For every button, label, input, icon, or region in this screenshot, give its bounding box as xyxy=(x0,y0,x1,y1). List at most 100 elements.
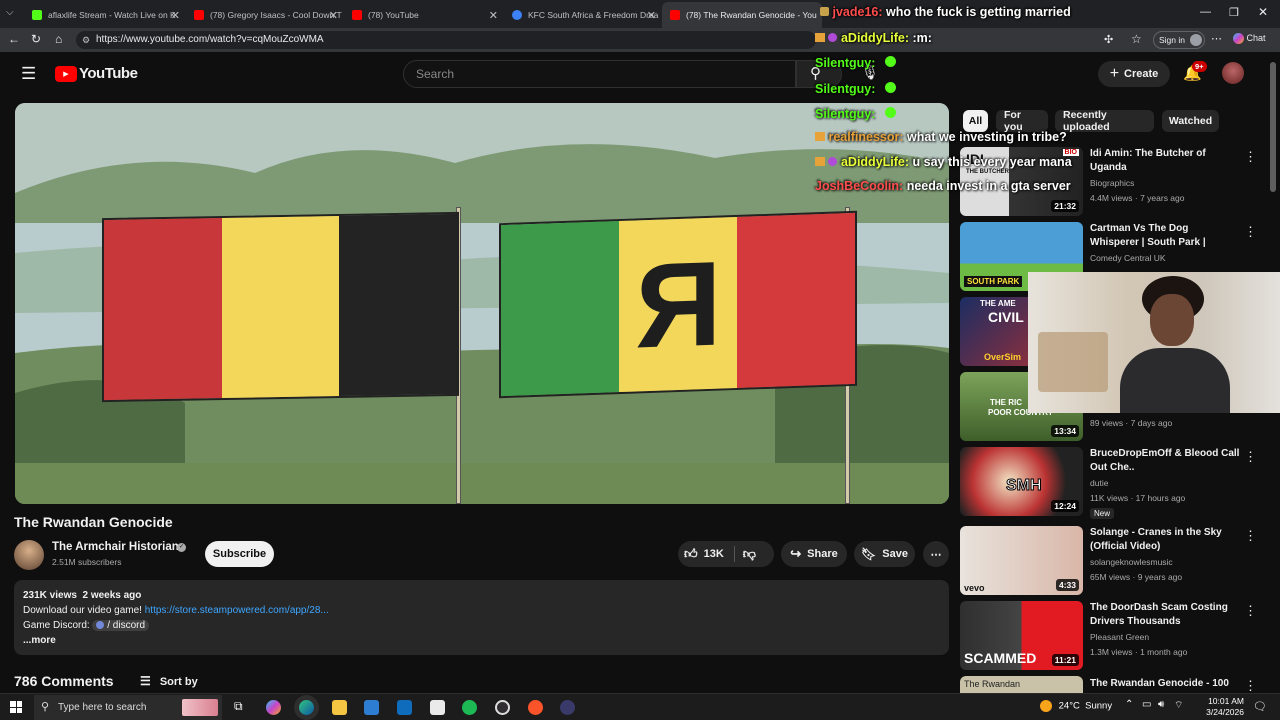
more-menu-icon[interactable]: ⋯ xyxy=(1211,32,1222,45)
video-meta: 11K views · 17 hours ago xyxy=(1090,493,1186,503)
save-button[interactable]: 🔖︎ Save xyxy=(854,541,915,567)
close-tab-icon[interactable]: ✕ xyxy=(647,9,656,22)
like-dislike-group: 👍︎ 13K 👎︎ xyxy=(678,541,774,567)
account-avatar[interactable] xyxy=(1222,62,1244,84)
sort-icon: ☰ xyxy=(140,674,151,688)
more-vertical-icon[interactable]: ⋮ xyxy=(1244,678,1257,693)
subscribe-button[interactable]: Subscribe xyxy=(205,541,274,567)
divider xyxy=(733,546,735,562)
minimize-icon[interactable]: — xyxy=(1200,6,1211,18)
close-tab-icon[interactable]: ✕ xyxy=(489,9,498,22)
taskbar-search-box[interactable]: ⚲ Type here to search xyxy=(34,695,222,720)
video-title: Idi Amin: The Butcher of Uganda xyxy=(1090,148,1206,173)
recommendation-item[interactable]: SMH 12:24 BruceDropEmOff & Bleood Call O… xyxy=(960,447,1260,519)
microsoft-store-icon[interactable] xyxy=(364,700,379,715)
edge-browser-icon[interactable] xyxy=(299,700,314,715)
more-vertical-icon[interactable]: ⋮ xyxy=(1244,149,1257,165)
page-scrollbar[interactable] xyxy=(1270,62,1276,192)
chip-watched[interactable]: Watched xyxy=(1162,110,1219,132)
recommendation-item[interactable]: SCAMMED 11:21 The DoorDash Scam Costing … xyxy=(960,601,1260,671)
browser-tab-kick[interactable]: aflaxlife Stream - Watch Live on K ✕ xyxy=(24,2,186,28)
more-actions-button[interactable]: ⋯ xyxy=(923,541,949,567)
task-view-icon[interactable]: ⧉ xyxy=(234,699,243,714)
favorites-icon[interactable]: ☆ xyxy=(1131,32,1142,46)
description-text: Game Discord: xyxy=(23,620,93,631)
spotify-icon[interactable] xyxy=(462,700,477,715)
notification-center-icon[interactable]: 🗨︎ xyxy=(1253,700,1267,713)
copilot-taskbar-icon[interactable] xyxy=(266,700,281,715)
close-tab-icon[interactable]: ✕ xyxy=(171,9,180,22)
chat-message: Silentguy: xyxy=(815,56,896,70)
video-thumbnail[interactable]: vevo 4:33 xyxy=(960,526,1083,595)
close-tab-icon[interactable]: ✕ xyxy=(329,9,338,22)
chat-text: needa invest in a gta server xyxy=(906,179,1071,193)
more-vertical-icon[interactable]: ⋮ xyxy=(1244,224,1257,240)
video-duration: 13:34 xyxy=(1051,425,1079,437)
steam-link[interactable]: https://store.steampowered.com/app/28... xyxy=(145,605,329,616)
browser-tab-gregory[interactable]: (78) Gregory Isaacs - Cool Down T ✕ xyxy=(186,2,344,28)
copilot-chat-button[interactable]: Chat xyxy=(1233,33,1266,45)
restore-icon[interactable]: ❐ xyxy=(1229,6,1239,19)
search-input[interactable]: Search xyxy=(403,60,796,88)
description-box[interactable]: 231K views 2 weeks ago Download our vide… xyxy=(14,580,949,655)
share-button[interactable]: ↪ Share xyxy=(781,541,847,567)
video-thumbnail[interactable]: The Rwandan xyxy=(960,676,1083,693)
channel-avatar[interactable] xyxy=(14,540,44,570)
create-button[interactable]: + Create xyxy=(1098,61,1170,87)
show-more-link[interactable]: ...more xyxy=(23,633,940,648)
signin-button[interactable]: Sign in xyxy=(1153,31,1205,49)
weather-widget[interactable]: 24°C Sunny xyxy=(1040,700,1112,712)
window-close-icon[interactable]: ✕ xyxy=(1258,5,1268,19)
brave-icon[interactable] xyxy=(528,700,543,715)
thumb-text: THE RIC xyxy=(990,398,1022,407)
wifi-icon[interactable]: ⌔ xyxy=(1174,699,1183,712)
recommendation-item[interactable]: The Rwandan The Rwandan Genocide - 100 ⋮ xyxy=(960,676,1260,693)
video-thumbnail[interactable]: SMH 12:24 xyxy=(960,447,1083,516)
chip-recently-uploaded[interactable]: Recently uploaded xyxy=(1055,109,1154,133)
url-field[interactable]: ⚙ https://www.youtube.com/watch?v=cqMouZ… xyxy=(76,31,816,49)
site-info-icon[interactable]: ⚙ xyxy=(82,31,90,49)
more-vertical-icon[interactable]: ⋮ xyxy=(1244,603,1257,619)
tab-list-chevron-icon[interactable]: ⌵ xyxy=(6,7,14,18)
tray-chevron-icon[interactable]: ⌃ xyxy=(1125,699,1133,710)
save-label: Save xyxy=(882,548,908,560)
notepad-icon[interactable] xyxy=(430,700,445,715)
signin-label: Sign in xyxy=(1159,35,1185,45)
discord-link[interactable]: / discord xyxy=(92,620,150,631)
discord-link-text: / discord xyxy=(107,620,146,631)
video-player[interactable]: R xyxy=(15,103,949,504)
speaker-icon[interactable]: 🔊︎ xyxy=(1158,699,1164,710)
browser-tab-kfc[interactable]: KFC South Africa & Freedom Drea ✕ xyxy=(504,2,662,28)
dislike-button[interactable]: 👎︎ xyxy=(743,546,756,562)
obs-icon[interactable] xyxy=(495,700,510,715)
more-vertical-icon[interactable]: ⋮ xyxy=(1244,528,1257,544)
video-thumbnail[interactable]: SCAMMED 11:21 xyxy=(960,601,1083,670)
app-icon[interactable] xyxy=(560,700,575,715)
chip-all[interactable]: All xyxy=(963,110,988,132)
hamburger-menu-icon[interactable]: ☰ xyxy=(21,64,36,84)
windows-start-icon[interactable] xyxy=(10,701,22,713)
thumb-text: SMH xyxy=(1006,477,1043,495)
recommendation-item[interactable]: vevo 4:33 Solange - Cranes in the Sky (O… xyxy=(960,526,1260,596)
video-title: The Rwandan Genocide xyxy=(14,514,173,530)
mail-icon[interactable] xyxy=(397,700,412,715)
sort-by-button[interactable]: ☰ Sort by xyxy=(140,674,198,688)
chat-username: realfinessor: xyxy=(828,130,904,144)
like-button[interactable]: 👍︎ 13K xyxy=(678,546,724,562)
clock[interactable]: 10:01 AM 3/24/2026 xyxy=(1200,696,1244,718)
browser-tab-youtube[interactable]: (78) YouTube ✕ xyxy=(344,2,504,28)
chip-for-you[interactable]: For you xyxy=(996,109,1048,133)
more-vertical-icon[interactable]: ⋮ xyxy=(1244,449,1257,465)
reload-icon[interactable]: ↻ xyxy=(31,32,41,46)
extensions-icon[interactable]: ✣ xyxy=(1104,33,1113,46)
file-explorer-icon[interactable] xyxy=(332,700,347,715)
youtube-logo[interactable]: ▶ YouTube xyxy=(55,65,138,82)
network-icon[interactable]: ▭ xyxy=(1142,699,1151,710)
youtube-logo-text: YouTube xyxy=(79,65,138,82)
back-arrow-icon[interactable]: ← xyxy=(8,32,20,46)
browser-tab-rwandan[interactable]: (78) The Rwandan Genocide - You xyxy=(662,2,822,28)
home-icon[interactable]: ⌂ xyxy=(55,32,62,46)
channel-name[interactable]: The Armchair Historian xyxy=(52,541,179,553)
new-badge: New xyxy=(1090,508,1115,519)
crown-icon xyxy=(815,33,825,42)
